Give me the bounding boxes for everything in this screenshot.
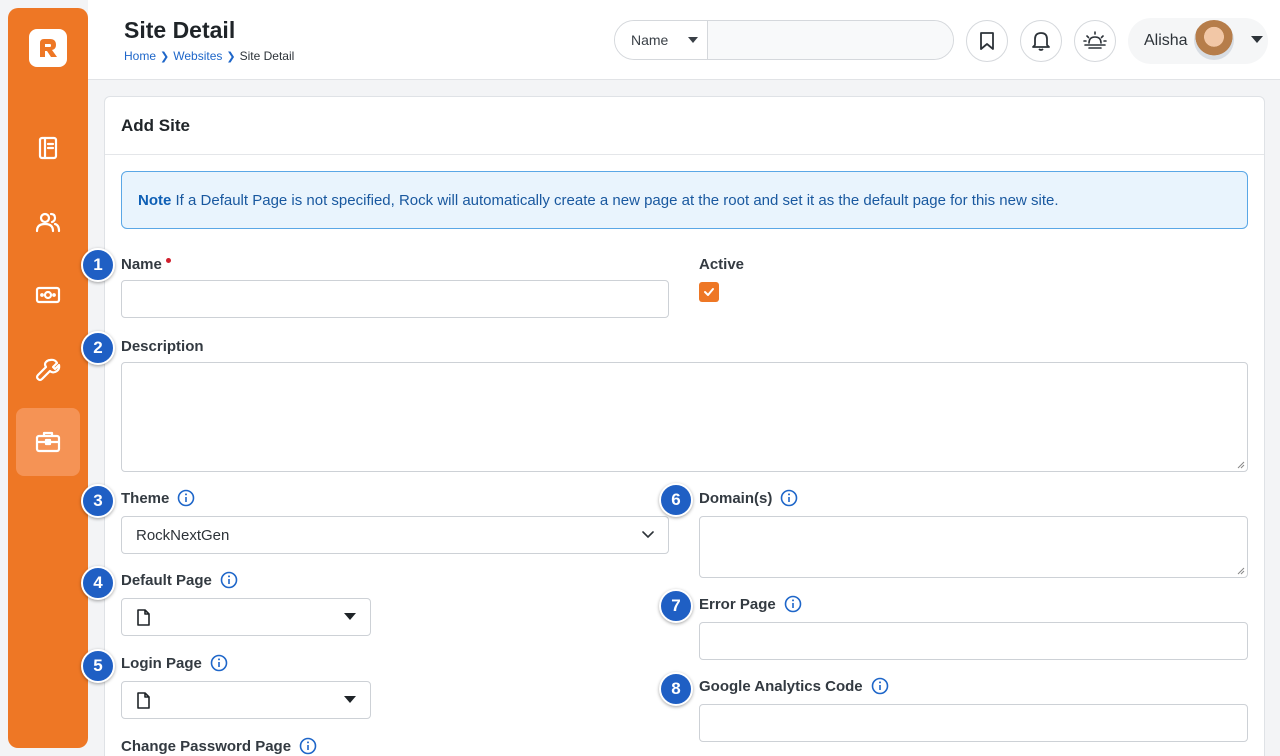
change-password-label-text: Change Password Page [121, 737, 292, 755]
info-icon[interactable] [299, 737, 317, 755]
info-icon[interactable] [780, 489, 798, 507]
page-icon [137, 608, 150, 626]
header: Site Detail Home ❯ Websites ❯ Site Detai… [88, 0, 1280, 80]
note-alert: Note If a Default Page is not specified,… [121, 171, 1248, 229]
user-menu[interactable]: Alisha [1128, 18, 1268, 64]
note-text: If a Default Page is not specified, Rock… [171, 192, 1059, 209]
resize-handle-icon[interactable] [1237, 461, 1245, 469]
ga-label: Google Analytics Code [699, 677, 889, 695]
card-title: Add Site [105, 97, 1264, 155]
description-label: Description [121, 338, 204, 355]
theme-select[interactable]: RockNextGen [121, 516, 669, 554]
theme-toggle-button[interactable] [1074, 20, 1116, 62]
caret-down-icon [344, 613, 356, 620]
description-field[interactable] [121, 362, 1248, 472]
chevron-right-icon: ❯ [160, 50, 170, 63]
people-icon[interactable] [16, 188, 80, 256]
callout-badge: 6 [659, 483, 693, 517]
search-filter-label: Name [631, 32, 669, 48]
bookmark-icon [980, 32, 994, 50]
theme-label-text: Theme [121, 489, 170, 507]
breadcrumb-websites[interactable]: Websites [173, 49, 222, 63]
error-page-label: Error Page [699, 595, 802, 613]
note-label: Note [138, 192, 172, 209]
sun-horizon-icon [1083, 31, 1107, 49]
ga-label-text: Google Analytics Code [699, 677, 863, 695]
callout-badge: 1 [81, 248, 115, 282]
name-label-text: Name [121, 256, 162, 273]
callout-badge: 8 [659, 672, 693, 706]
caret-down-icon [344, 696, 356, 703]
active-label: Active [699, 256, 745, 273]
page-icon [137, 691, 150, 709]
error-page-label-text: Error Page [699, 595, 776, 613]
info-icon[interactable] [871, 677, 889, 695]
ga-field[interactable] [699, 704, 1248, 742]
active-checkbox[interactable] [699, 282, 719, 302]
check-icon [704, 288, 714, 296]
error-page-field[interactable] [699, 622, 1248, 660]
breadcrumb-current: Site Detail [239, 49, 295, 63]
search-bar: Name [614, 20, 954, 60]
info-icon[interactable] [210, 654, 228, 672]
callout-badge: 4 [81, 566, 115, 600]
breadcrumb: Home ❯ Websites ❯ Site Detail [124, 49, 294, 63]
login-page-label: Login Page [121, 654, 228, 672]
wrench-icon[interactable] [16, 335, 80, 403]
chevron-down-icon [642, 531, 654, 539]
user-menu-caret-icon[interactable] [1251, 36, 1263, 44]
user-name: Alisha [1144, 32, 1188, 49]
theme-value: RockNextGen [136, 526, 230, 544]
default-page-label: Default Page [121, 571, 238, 589]
rock-logo[interactable] [29, 29, 67, 67]
domains-field[interactable] [699, 516, 1248, 578]
default-page-label-text: Default Page [121, 571, 212, 589]
callout-badge: 7 [659, 589, 693, 623]
callout-badge: 2 [81, 331, 115, 365]
name-field[interactable] [121, 280, 669, 318]
sidebar [8, 8, 88, 748]
domains-label-text: Domain(s) [699, 489, 773, 507]
name-label: Name [121, 256, 171, 273]
required-indicator [165, 258, 171, 263]
bell-icon [1032, 32, 1050, 51]
caret-down-icon [688, 36, 699, 43]
callout-badge: 5 [81, 649, 115, 683]
notifications-button[interactable] [1020, 20, 1062, 62]
add-site-card: Add Site Note If a Default Page is not s… [104, 96, 1265, 756]
breadcrumb-home[interactable]: Home [124, 49, 156, 63]
info-icon[interactable] [784, 595, 802, 613]
theme-label: Theme [121, 489, 195, 507]
domains-label: Domain(s) [699, 489, 798, 507]
info-icon[interactable] [177, 489, 195, 507]
money-icon[interactable] [16, 261, 80, 329]
avatar [1194, 20, 1234, 60]
search-filter-select[interactable]: Name [615, 21, 708, 59]
login-page-label-text: Login Page [121, 654, 202, 672]
callout-badge: 3 [81, 484, 115, 518]
bookmark-button[interactable] [966, 20, 1008, 62]
notebook-icon[interactable] [16, 114, 80, 182]
change-password-label: Change Password Page [121, 737, 317, 755]
resize-handle-icon[interactable] [1237, 567, 1245, 575]
page-title: Site Detail [124, 17, 236, 43]
chevron-right-icon: ❯ [226, 50, 236, 63]
briefcase-icon[interactable] [16, 408, 80, 476]
search-input[interactable] [708, 21, 953, 59]
login-page-picker[interactable] [121, 681, 371, 719]
info-icon[interactable] [220, 571, 238, 589]
default-page-picker[interactable] [121, 598, 371, 636]
